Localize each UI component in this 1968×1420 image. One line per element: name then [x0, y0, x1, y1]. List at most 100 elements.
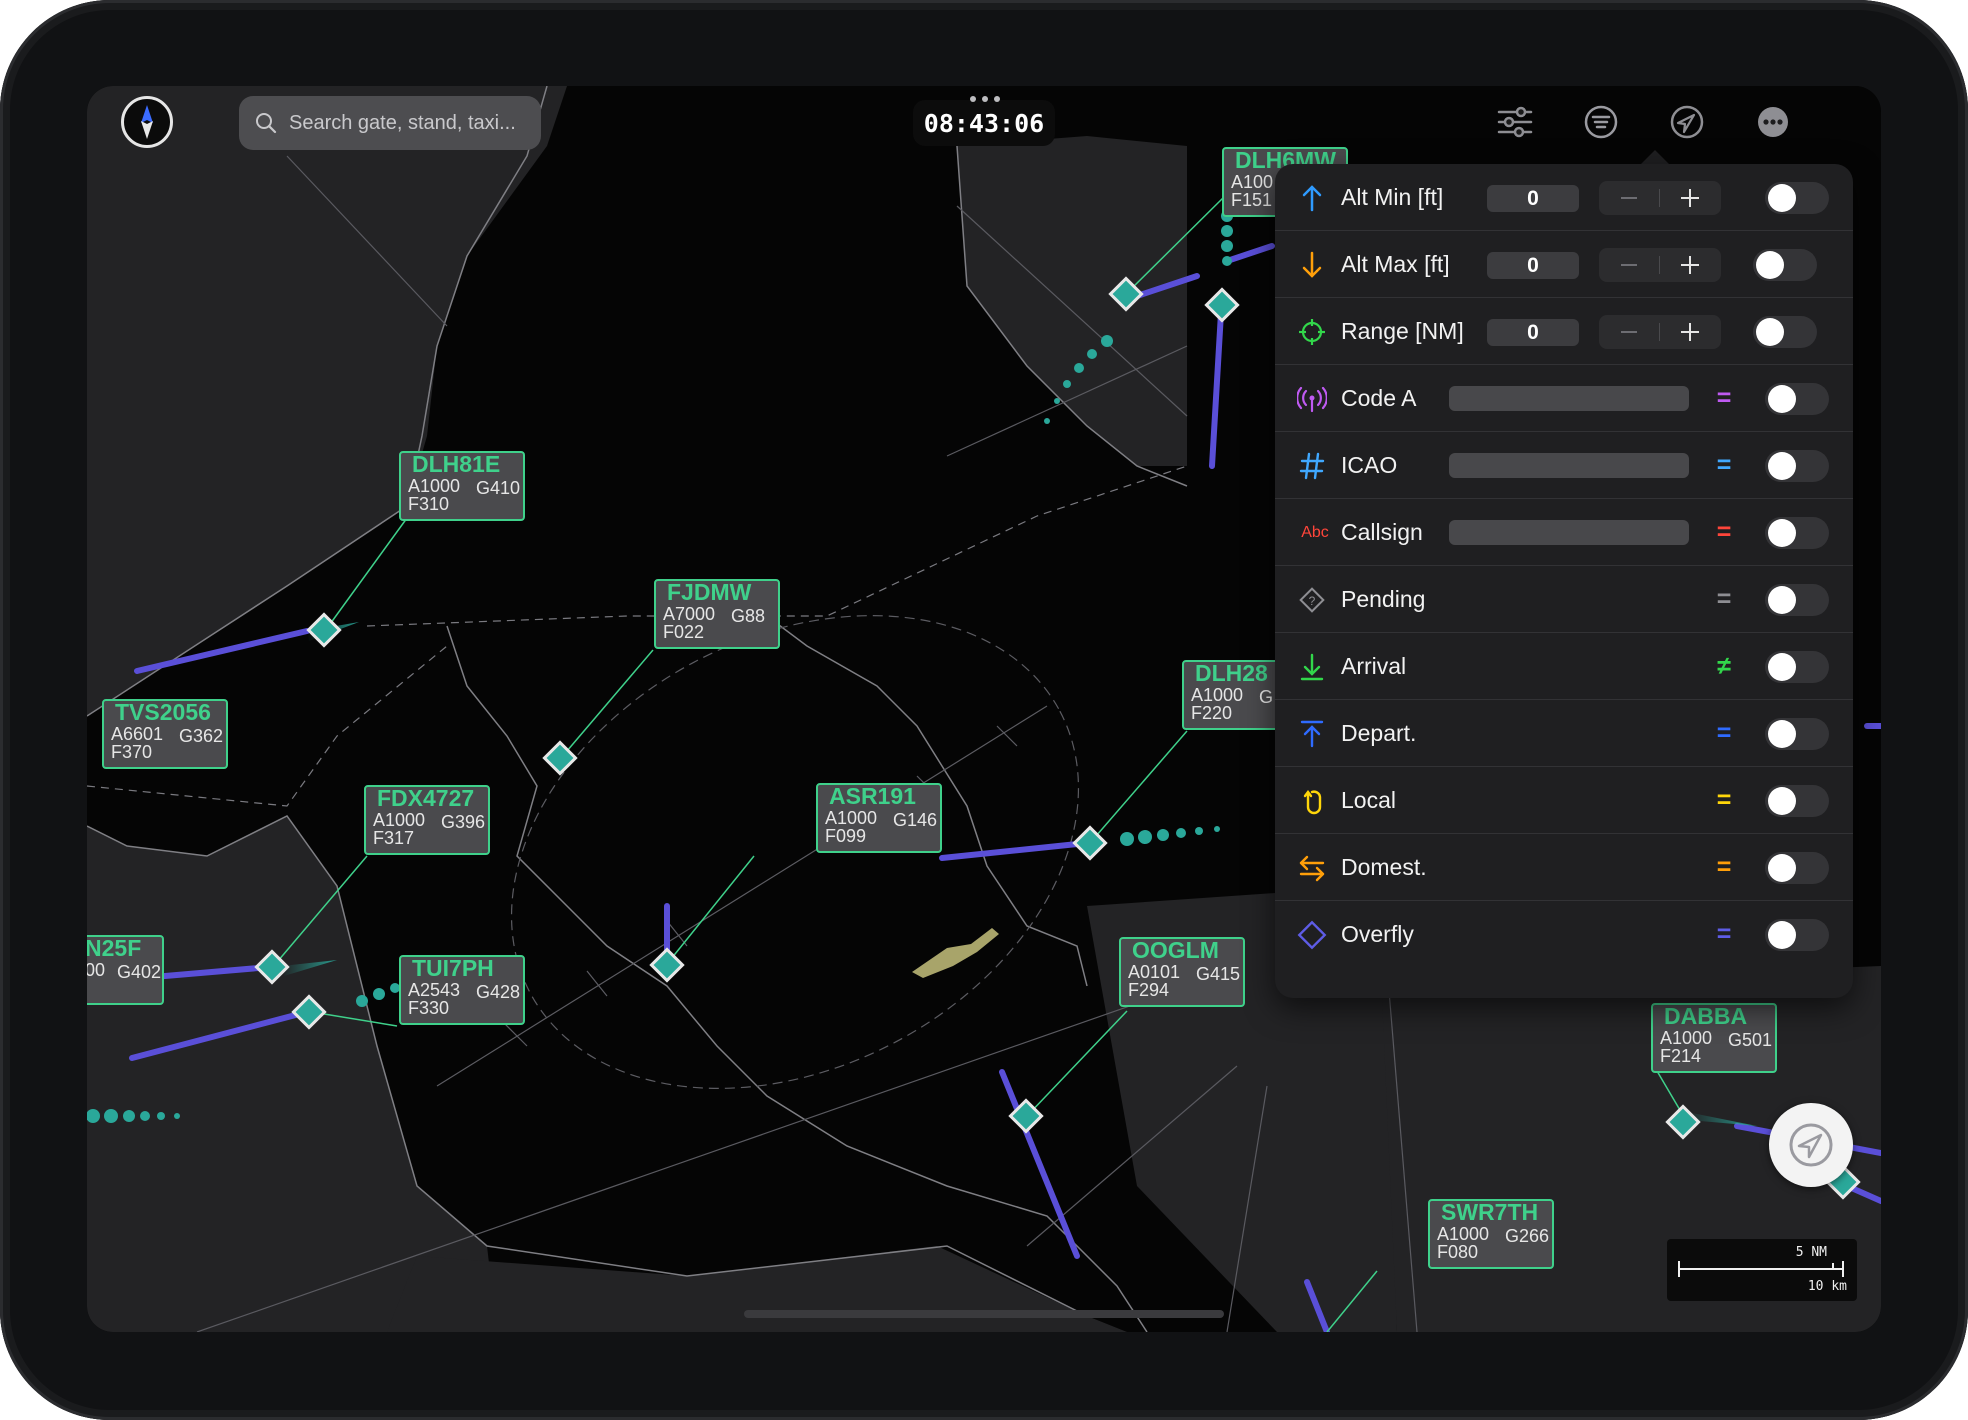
filter-list-icon [1584, 105, 1618, 139]
alt-min-stepper [1599, 181, 1721, 215]
alt-max-toggle[interactable] [1753, 249, 1817, 281]
filter-label: Local [1341, 787, 1396, 813]
svg-text:A100: A100 [1231, 172, 1273, 192]
filter-row-callsign: Abc Callsign = [1275, 499, 1853, 566]
pending-diamond-icon: ? [1297, 585, 1327, 615]
filter-label: ICAO [1341, 452, 1398, 478]
location-arrow-icon [1670, 105, 1704, 139]
svg-text:G402: G402 [117, 962, 161, 982]
aircraft-label-ASR191[interactable]: ASR191 A1000 G146 F099 [816, 783, 942, 853]
aircraft-label-TUI7PH[interactable]: TUI7PH A2543 G428 F330 [399, 955, 525, 1025]
depart-toggle[interactable] [1765, 718, 1829, 750]
increment-button[interactable] [1660, 315, 1720, 349]
overfly-diamond-icon [1297, 920, 1327, 950]
svg-text:G362: G362 [179, 726, 223, 746]
filter-label: Alt Max [ft] [1341, 251, 1450, 277]
depart-operator[interactable]: = [1711, 700, 1737, 767]
increment-button[interactable] [1660, 248, 1720, 282]
svg-text:G501: G501 [1728, 1030, 1772, 1050]
local-loop-icon [1297, 786, 1327, 816]
search-placeholder: Search gate, stand, taxi... [289, 111, 516, 134]
antenna-icon [1297, 384, 1327, 414]
center-on-airport-button[interactable] [1769, 1103, 1853, 1187]
decrement-button[interactable] [1599, 181, 1659, 215]
domestic-arrows-icon [1297, 853, 1327, 883]
svg-text:OOGLM: OOGLM [1132, 937, 1219, 963]
search-field[interactable]: Search gate, stand, taxi... [239, 96, 541, 150]
compass-button[interactable] [121, 96, 173, 148]
decrement-button[interactable] [1599, 315, 1659, 349]
filter-label: Code A [1341, 385, 1417, 411]
increment-button[interactable] [1660, 181, 1720, 215]
pending-operator[interactable]: = [1711, 566, 1737, 633]
overfly-toggle[interactable] [1765, 919, 1829, 951]
navigation-button[interactable] [1659, 94, 1715, 150]
svg-text:A1000: A1000 [1660, 1028, 1712, 1048]
icao-operator[interactable]: = [1711, 432, 1737, 499]
svg-text:G88: G88 [731, 606, 765, 626]
icao-toggle[interactable] [1765, 450, 1829, 482]
aircraft-label-FJDMW[interactable]: FJDMW A7000 G88 F022 [654, 579, 780, 649]
alt-min-input[interactable]: 0 [1487, 185, 1579, 212]
arrival-toggle[interactable] [1765, 651, 1829, 683]
alt-min-toggle[interactable] [1765, 182, 1829, 214]
svg-text:A1000: A1000 [825, 808, 877, 828]
svg-text:ASR191: ASR191 [829, 783, 916, 809]
overfly-operator[interactable]: = [1711, 901, 1737, 968]
icao-input[interactable] [1449, 453, 1689, 478]
abc-icon: Abc [1301, 524, 1329, 541]
local-operator[interactable]: = [1711, 767, 1737, 834]
home-indicator[interactable] [744, 1310, 1224, 1318]
svg-text:DLH28: DLH28 [1195, 660, 1268, 686]
callsign-toggle[interactable] [1765, 517, 1829, 549]
code-a-input[interactable] [1449, 386, 1689, 411]
code-a-operator[interactable]: = [1711, 365, 1737, 432]
aircraft-label-TVS2056[interactable]: TVS2056 A6601 G362 F370 [102, 699, 228, 769]
alt-max-input[interactable]: 0 [1487, 252, 1579, 279]
filter-row-icao: ICAO = [1275, 432, 1853, 499]
callsign-input[interactable] [1449, 520, 1689, 545]
range-input[interactable]: 0 [1487, 319, 1579, 346]
aircraft-label-FDX4727[interactable]: FDX4727 A1000 G396 F317 [364, 785, 490, 855]
svg-text:A7000: A7000 [663, 604, 715, 624]
screen: DLH81E A1000 G410 F310 FJDMW A7000 G88 F… [87, 86, 1881, 1332]
filter-row-alt-max: Alt Max [ft] 0 [1275, 231, 1853, 298]
range-toggle[interactable] [1753, 316, 1817, 348]
aircraft-label-DLH81E[interactable]: DLH81E A1000 G410 F310 [399, 451, 525, 521]
filter-row-alt-min: Alt Min [ft] 0 [1275, 164, 1853, 231]
clock-time: 08:43:06 [923, 108, 1045, 138]
arrival-operator[interactable]: ≠ [1711, 633, 1737, 700]
callsign-operator[interactable]: = [1711, 499, 1737, 566]
filter-label: Pending [1341, 586, 1426, 612]
range-stepper [1599, 315, 1721, 349]
svg-text:F317: F317 [373, 828, 414, 848]
svg-text:G410: G410 [476, 478, 520, 498]
filter-row-depart: Depart. = [1275, 700, 1853, 767]
domest-toggle[interactable] [1765, 852, 1829, 884]
aircraft-label-SWR7TH[interactable]: SWR7TH A1000 G266 F080 [1428, 1199, 1554, 1269]
alt-max-stepper [1599, 248, 1721, 282]
svg-text:DLH81E: DLH81E [412, 451, 500, 477]
aircraft-label-OOGLM[interactable]: OOGLM A0101 G415 F294 [1119, 937, 1245, 1007]
svg-text:?: ? [1309, 594, 1316, 608]
multitask-dots-icon[interactable] [967, 90, 1003, 102]
svg-text:00: 00 [87, 960, 105, 980]
svg-text:F220: F220 [1191, 703, 1232, 723]
recenter-icon [1789, 1123, 1833, 1167]
domest-operator[interactable]: = [1711, 834, 1737, 901]
filter-row-arrival: Arrival ≠ [1275, 633, 1853, 700]
pending-toggle[interactable] [1765, 584, 1829, 616]
more-button[interactable] [1745, 94, 1801, 150]
layers-settings-button[interactable] [1487, 94, 1543, 150]
more-icon [1758, 107, 1788, 137]
code-a-toggle[interactable] [1765, 383, 1829, 415]
aircraft-label-DABBA[interactable]: DABBA A1000 G501 F214 [1651, 1003, 1777, 1073]
filter-row-range: Range [NM] 0 [1275, 298, 1853, 365]
local-toggle[interactable] [1765, 785, 1829, 817]
decrement-button[interactable] [1599, 248, 1659, 282]
svg-text:DABBA: DABBA [1664, 1003, 1747, 1029]
aircraft-label-N25F[interactable]: N25F 00 G402 [87, 935, 164, 1005]
filter-button[interactable] [1573, 94, 1629, 150]
svg-text:FJDMW: FJDMW [667, 579, 752, 605]
tablet-frame: DLH81E A1000 G410 F310 FJDMW A7000 G88 F… [0, 0, 1968, 1420]
